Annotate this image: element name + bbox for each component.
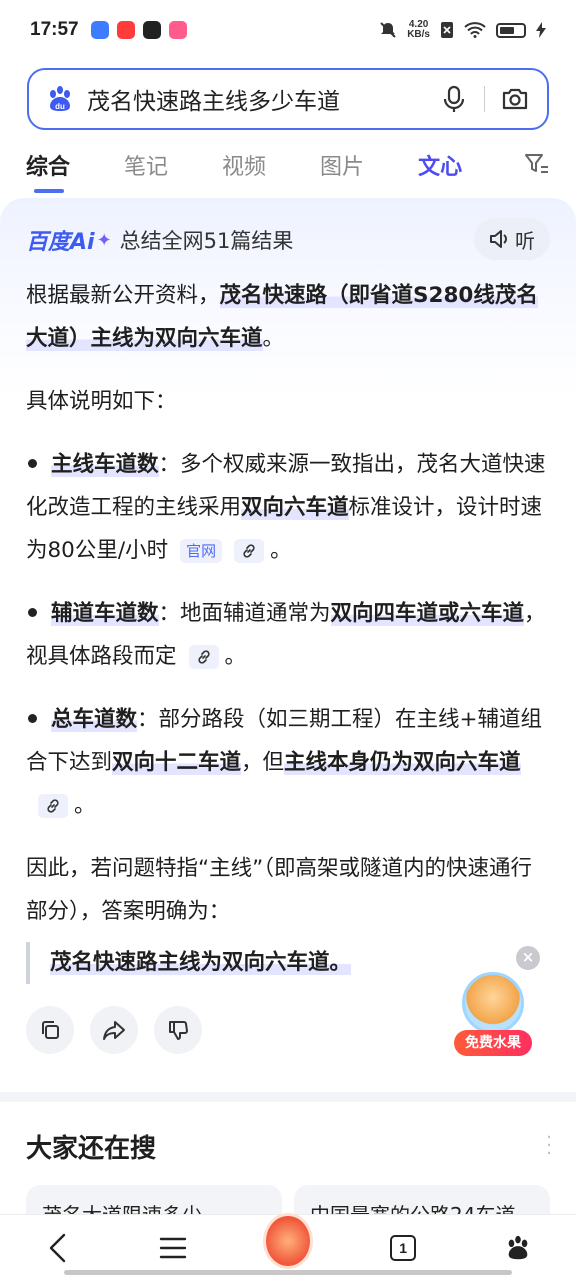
bullet-highlight: 双向十二车道	[112, 750, 242, 775]
back-button[interactable]	[33, 1223, 83, 1273]
detail-heading: 具体说明如下：	[26, 389, 177, 414]
bullet-dot	[28, 608, 37, 617]
bullet-dot	[28, 459, 37, 468]
baidu-paw-icon	[509, 1235, 528, 1259]
source-link-button[interactable]	[188, 645, 219, 669]
search-box[interactable]: du 茂名快速路主线多少车道	[27, 68, 549, 130]
microphone-icon	[443, 85, 465, 112]
bullet-end: 。	[270, 538, 292, 563]
baidu-app-icon	[90, 21, 109, 39]
sim-icon	[441, 22, 453, 38]
free-fruit-promo[interactable]: × 免费水果	[452, 946, 542, 1066]
bullet-highlight: 双向四车道或六车道	[330, 601, 525, 626]
home-center-button[interactable]	[262, 1212, 313, 1273]
search-divider	[484, 86, 485, 112]
ai-header: 百度Ai ✦ 总结全网51篇结果	[26, 224, 293, 256]
bilibili-app-icon	[168, 21, 187, 39]
bullet-side-lanes: 辅道车道数：地面辅道通常为双向四车道或六车道，视具体路段而定。	[26, 592, 550, 678]
baidu-paw-icon: du	[50, 86, 70, 111]
related-searches-title: 大家还在搜	[26, 1134, 157, 1164]
source-link-button[interactable]	[234, 539, 265, 563]
bullet-end: 。	[224, 644, 247, 669]
voice-search-button[interactable]	[438, 83, 470, 115]
thumbs-down-icon	[169, 1021, 188, 1040]
answer-conclusion: 因此，若问题特指“主线”（即高架或隧道内的快速通行部分），答案明确为：	[26, 856, 533, 924]
bullet-main-lanes: 主线车道数：多个权威来源一致指出，茂名大道快速化改造工程的主线采用双向六车道标准…	[26, 443, 550, 572]
bullet-text: ：地面辅道通常为	[158, 601, 331, 626]
bullet-title: 主线车道数	[51, 452, 159, 477]
gesture-home-bar[interactable]	[64, 1270, 512, 1275]
menu-button[interactable]	[148, 1223, 198, 1273]
network-speed: 4.20 KB/s	[407, 20, 430, 40]
intro-text: 根据最新公开资料，	[26, 283, 220, 308]
bullet-dot	[28, 714, 37, 723]
search-input[interactable]: 茂名快速路主线多少车道	[87, 82, 438, 116]
filter-icon[interactable]	[524, 152, 550, 176]
quote-text: 茂名快速路主线为双向六车道。	[50, 950, 352, 975]
net-speed-unit: KB/s	[407, 29, 430, 40]
official-site-citation[interactable]: 官网	[180, 539, 223, 563]
bullet-text: ，但	[241, 750, 285, 775]
menu-icon	[159, 1237, 186, 1258]
tab-general[interactable]: 综合	[26, 149, 70, 193]
ai-answer-card: 百度Ai ✦ 总结全网51篇结果 听 根据最新公开资料，茂名快速路（即省道S28…	[0, 198, 576, 1098]
speaker-icon	[490, 230, 507, 248]
bullet-end: 。	[74, 793, 96, 818]
tab-count: 1	[390, 1234, 417, 1261]
wifi-icon	[464, 22, 486, 38]
source-link-button[interactable]	[38, 794, 68, 818]
notification-icons	[90, 21, 187, 39]
bullet-highlight: 双向六车道	[241, 495, 349, 520]
section-separator	[0, 1092, 576, 1102]
status-time: 17:57	[30, 19, 79, 40]
link-icon	[197, 650, 210, 664]
baidu-ai-logo: 百度Ai	[26, 230, 95, 255]
status-indicators: 4.20 KB/s	[379, 20, 546, 40]
copy-icon	[42, 1021, 59, 1039]
tab-images[interactable]: 图片	[320, 149, 364, 181]
intro-end: 。	[262, 326, 285, 351]
copy-button[interactable]	[26, 1006, 74, 1054]
shopping-app-icon	[116, 21, 135, 39]
camera-icon	[502, 88, 528, 110]
tab-wenxin[interactable]: 文心	[418, 149, 462, 181]
sparkle-icon: ✦	[96, 229, 112, 251]
share-button[interactable]	[90, 1006, 138, 1054]
answer-actions	[26, 1006, 202, 1054]
listen-label: 听	[515, 228, 535, 253]
charging-icon	[536, 22, 546, 38]
tab-notes[interactable]: 笔记	[124, 149, 168, 181]
battery-icon	[496, 22, 526, 38]
answer-quote: 茂名快速路主线为双向六车道。	[26, 942, 352, 984]
search-tabs: 综合 笔记 视频 图片 文心	[0, 140, 576, 193]
answer-body: 根据最新公开资料，茂名快速路（即省道S280线茂名大道）主线为双向六车道。 具体…	[26, 274, 550, 953]
ai-summary-text: 总结全网51篇结果	[119, 229, 294, 253]
listen-button[interactable]: 听	[474, 218, 550, 260]
promo-close-button[interactable]: ×	[516, 946, 540, 970]
link-icon	[47, 799, 59, 813]
sync-app-icon	[142, 21, 161, 39]
status-bar: 17:57 4.20 KB/s	[0, 0, 576, 60]
back-arrow-icon	[49, 1233, 65, 1262]
share-icon	[103, 1021, 125, 1040]
more-options-icon[interactable]: · · ·	[546, 1129, 552, 1163]
tabs-button[interactable]: 1	[378, 1223, 428, 1273]
bullet-total-lanes: 总车道数：部分路段（如三期工程）在主线+辅道组合下达到双向十二车道，但主线本身仍…	[26, 698, 550, 827]
bullet-highlight: 主线本身仍为双向六车道	[284, 750, 521, 775]
image-search-button[interactable]	[499, 83, 531, 115]
dog-mascot-icon	[462, 972, 524, 1034]
baidu-home-button[interactable]	[493, 1223, 543, 1273]
mute-icon	[380, 22, 396, 38]
center-logo-icon	[262, 1212, 313, 1269]
bullet-title: 总车道数	[51, 707, 138, 732]
svg-text:du: du	[55, 102, 65, 111]
dislike-button[interactable]	[154, 1006, 202, 1054]
answer-intro: 根据最新公开资料，茂名快速路（即省道S280线茂名大道）主线为双向六车道。	[26, 274, 550, 360]
link-icon	[243, 544, 255, 558]
tab-videos[interactable]: 视频	[222, 149, 266, 181]
bullet-title: 辅道车道数	[51, 601, 159, 626]
promo-label: 免费水果	[454, 1030, 532, 1056]
